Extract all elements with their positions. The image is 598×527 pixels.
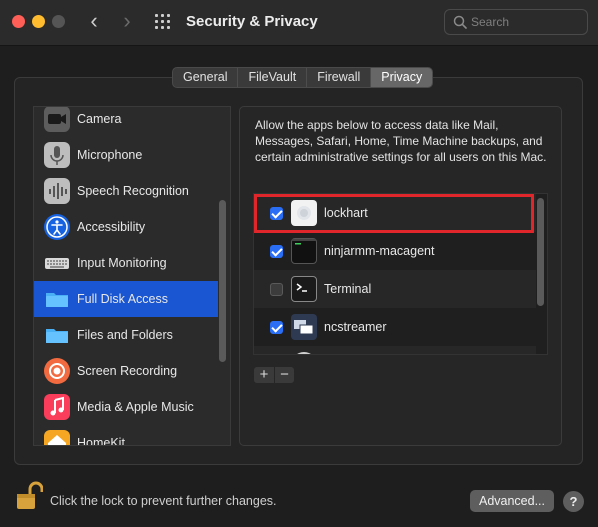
unlocked-padlock-icon[interactable]	[15, 481, 44, 511]
app-checkbox[interactable]	[270, 245, 283, 258]
tab-general[interactable]: General	[173, 68, 239, 87]
ncstreamer-icon	[291, 314, 317, 340]
privacy-category-list[interactable]: Camera Microphone Speech Recognition Acc…	[33, 106, 231, 446]
sidebar-item-microphone[interactable]: Microphone	[34, 137, 218, 173]
window-title: Security & Privacy	[186, 13, 318, 30]
help-button[interactable]: ?	[563, 491, 584, 512]
tab-firewall[interactable]: Firewall	[307, 68, 372, 87]
screen-recording-icon	[44, 358, 70, 384]
sidebar-item-label: Files and Folders	[77, 328, 173, 342]
back-chevron-icon[interactable]: ‹	[83, 10, 105, 34]
app-name: ncstreamer	[324, 320, 387, 334]
tab-filevault[interactable]: FileVault	[238, 68, 308, 87]
category-list-scrollbar[interactable]	[219, 200, 226, 362]
add-remove-controls: + −	[254, 367, 294, 383]
sidebar-item-media-apple-music[interactable]: Media & Apple Music	[34, 389, 218, 425]
add-app-button[interactable]: +	[254, 367, 274, 383]
folder-icon	[44, 322, 70, 348]
search-field[interactable]	[444, 9, 588, 35]
keyboard-icon	[44, 250, 70, 276]
sidebar-item-accessibility[interactable]: Accessibility	[34, 209, 218, 245]
sidebar-item-label: Accessibility	[77, 220, 146, 234]
folder-icon	[44, 286, 70, 312]
minimize-window-button[interactable]	[32, 15, 45, 28]
sidebar-item-label: Screen Recording	[77, 364, 178, 378]
app-name: ninjarmm-macagent	[324, 244, 435, 258]
sidebar-item-label: Speech Recognition	[77, 184, 189, 198]
music-icon	[44, 394, 70, 420]
sidebar-item-camera[interactable]: Camera	[34, 107, 218, 137]
sidebar-item-full-disk-access[interactable]: Full Disk Access	[34, 281, 218, 317]
remove-app-button[interactable]: −	[274, 367, 294, 383]
title-bar: ‹ › Security & Privacy	[0, 0, 598, 46]
annotation-highlight-box	[254, 194, 534, 233]
homekit-icon	[44, 430, 70, 445]
sidebar-item-files-and-folders[interactable]: Files and Folders	[34, 317, 218, 353]
app-list-scrollbar[interactable]	[537, 198, 544, 306]
tab-bar: General FileVault Firewall Privacy	[172, 67, 434, 88]
terminal-exec-icon	[291, 238, 317, 264]
sidebar-item-label: HomeKit	[77, 436, 125, 446]
camera-icon	[44, 107, 70, 132]
sidebar-item-label: Microphone	[77, 148, 143, 162]
sidebar-item-label: Camera	[77, 112, 122, 126]
app-row-ncstreamer[interactable]: ncstreamer	[254, 308, 536, 346]
tab-privacy[interactable]: Privacy	[371, 68, 433, 87]
sidebar-item-input-monitoring[interactable]: Input Monitoring	[34, 245, 218, 281]
app-name: Terminal	[324, 282, 372, 296]
microphone-icon	[44, 142, 70, 168]
lock-status-text: Click the lock to prevent further change…	[50, 494, 277, 508]
sidebar-item-screen-recording[interactable]: Screen Recording	[34, 353, 218, 389]
app-checkbox[interactable]	[270, 283, 283, 296]
zoom-window-button[interactable]	[52, 15, 65, 28]
sidebar-item-label: Media & Apple Music	[77, 400, 194, 414]
sidebar-item-speech-recognition[interactable]: Speech Recognition	[34, 173, 218, 209]
app-row-ninjarmm-macagent[interactable]: ninjarmm-macagent	[254, 232, 536, 270]
sidebar-item-label: Input Monitoring	[77, 256, 167, 270]
partial-app-icon	[291, 352, 317, 354]
app-row-partial	[254, 346, 536, 354]
terminal-icon	[291, 276, 317, 302]
advanced-button[interactable]: Advanced...	[470, 490, 554, 512]
search-icon	[453, 15, 467, 29]
app-row-terminal[interactable]: Terminal	[254, 270, 536, 308]
app-checkbox[interactable]	[270, 321, 283, 334]
speech-recognition-icon	[44, 178, 70, 204]
close-window-button[interactable]	[12, 15, 25, 28]
sidebar-item-homekit[interactable]: HomeKit	[34, 425, 218, 446]
sidebar-item-label: Full Disk Access	[77, 292, 168, 306]
accessibility-icon	[44, 214, 70, 240]
search-input[interactable]	[471, 13, 581, 31]
forward-chevron-icon[interactable]: ›	[116, 10, 138, 34]
show-all-grid-icon[interactable]	[155, 14, 173, 30]
full-disk-access-description: Allow the apps below to access data like…	[255, 118, 547, 164]
